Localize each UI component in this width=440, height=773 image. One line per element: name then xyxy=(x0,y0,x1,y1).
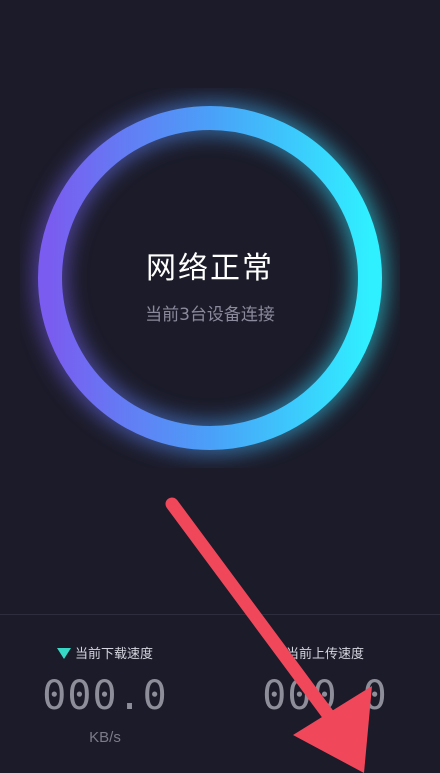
upload-speed-panel: 当前上传速度 000.0 KB/s xyxy=(220,645,430,746)
upload-speed-value: 000.0 xyxy=(262,673,388,719)
network-status-screen: 网络正常 当前3台设备连接 当前下载速度 000.0 KB/s 当前上传速度 0… xyxy=(0,0,440,773)
section-divider xyxy=(0,614,440,615)
download-speed-value: 000.0 xyxy=(42,673,168,719)
download-speed-panel: 当前下载速度 000.0 KB/s xyxy=(0,645,210,746)
connected-devices-text: 当前3台设备连接 xyxy=(145,305,275,325)
upload-speed-unit: KB/s xyxy=(309,729,341,746)
upload-speed-label-row: 当前上传速度 xyxy=(220,645,430,665)
upload-speed-label: 当前上传速度 xyxy=(285,647,364,662)
download-speed-label: 当前下载速度 xyxy=(74,647,153,662)
download-speed-unit: KB/s xyxy=(89,729,121,746)
network-status-title: 网络正常 xyxy=(146,251,274,286)
down-triangle-icon xyxy=(56,648,71,659)
download-speed-label-row: 当前下载速度 xyxy=(0,645,210,665)
